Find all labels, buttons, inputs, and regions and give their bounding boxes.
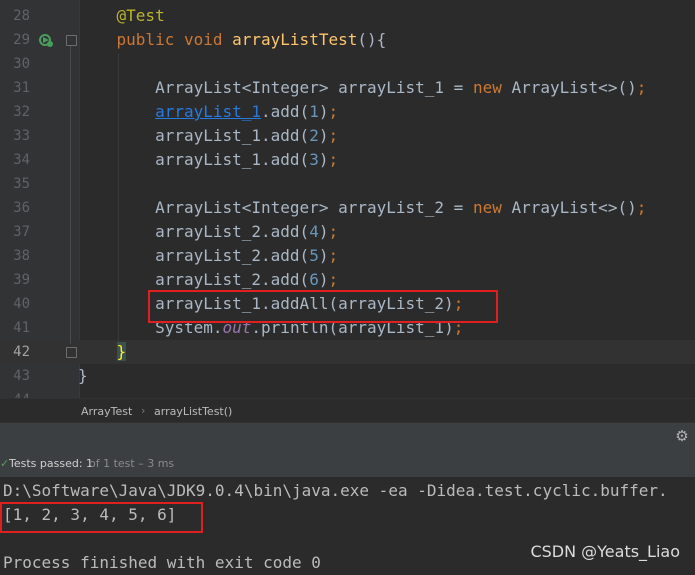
code-token: 4: [309, 222, 319, 241]
breadcrumb-separator-icon: ›: [141, 404, 146, 417]
code-token: }: [78, 366, 88, 385]
code-token: arrayList_2.add(: [78, 270, 310, 289]
console-command-line: D:\Software\Java\JDK9.0.4\bin\java.exe -…: [3, 481, 668, 500]
line-number: 29: [13, 32, 30, 48]
code-line[interactable]: 33 arrayList_1.add(2);: [0, 124, 695, 148]
code-token: arrayList_1: [155, 102, 262, 121]
code-line[interactable]: 31 ArrayList<Integer> arrayList_1 = new …: [0, 76, 695, 100]
breadcrumb: ArrayTest › arrayListTest(): [0, 398, 695, 423]
code-text: ArrayList<Integer> arrayList_1 = new Arr…: [78, 76, 646, 100]
console-exit-line: Process finished with exit code 0: [3, 553, 321, 572]
line-number: 28: [13, 8, 30, 24]
code-token: arrayList_2.add(: [78, 246, 310, 265]
line-number: 30: [13, 56, 30, 72]
code-token: (): [357, 30, 377, 49]
code-token: ;: [636, 78, 647, 97]
code-text: }: [78, 364, 88, 388]
code-line[interactable]: 44: [0, 388, 695, 398]
line-number: 38: [13, 248, 30, 264]
code-line[interactable]: 30: [0, 52, 695, 76]
code-line[interactable]: 43}: [0, 364, 695, 388]
line-number: 41: [13, 320, 30, 336]
code-line[interactable]: 36 ArrayList<Integer> arrayList_2 = new …: [0, 196, 695, 220]
run-test-icon[interactable]: [38, 32, 54, 48]
code-token: 5: [309, 246, 319, 265]
code-line[interactable]: 42 }: [0, 340, 695, 364]
code-token: ;: [328, 222, 339, 241]
code-line[interactable]: 39 arrayList_2.add(6);: [0, 268, 695, 292]
code-token: {: [376, 30, 387, 49]
code-token: ArrayList<>(): [511, 78, 637, 97]
code-token: arrayList_1.add(: [78, 126, 310, 145]
code-token: }: [116, 342, 127, 361]
code-token: public void: [78, 30, 233, 49]
code-token: .add(: [261, 102, 310, 121]
code-token: ;: [328, 150, 339, 169]
code-token: new: [472, 198, 512, 217]
code-token: ArrayList<>(): [511, 198, 637, 217]
test-status-bar: ✓ Tests passed: 1 of 1 test – 3 ms: [0, 450, 695, 477]
code-token: arrayList_2.add(: [78, 222, 310, 241]
code-token: ;: [328, 246, 339, 265]
watermark: CSDN @Yeats_Liao: [530, 542, 680, 561]
code-line[interactable]: 37 arrayList_2.add(4);: [0, 220, 695, 244]
code-token: ;: [328, 102, 339, 121]
code-token: @Test: [78, 6, 165, 25]
test-count-label: of 1 test – 3 ms: [89, 457, 175, 470]
line-number: 32: [13, 104, 30, 120]
breadcrumb-class[interactable]: ArrayTest: [81, 405, 132, 418]
line-number: 33: [13, 128, 30, 144]
code-token: arrayList_1.add(: [78, 150, 310, 169]
line-number: 44: [0, 388, 30, 398]
code-line[interactable]: 35: [0, 172, 695, 196]
code-editor[interactable]: 28 @Test 29 public void arrayListTest(){3…: [0, 0, 695, 398]
run-tool-window-header: [0, 423, 695, 450]
code-text: }: [78, 340, 127, 364]
code-token: ;: [328, 126, 339, 145]
tests-passed-label: Tests passed: 1: [9, 457, 94, 470]
check-icon: ✓: [0, 457, 10, 470]
line-number: 31: [13, 80, 30, 96]
code-token: arrayListTest: [232, 30, 358, 49]
code-token: new: [472, 78, 512, 97]
highlight-box-addall: [148, 290, 498, 323]
code-line[interactable]: 28 @Test: [0, 4, 695, 28]
indent-guide: [118, 54, 119, 342]
gear-icon[interactable]: ⚙: [673, 427, 691, 445]
line-number: 34: [13, 152, 30, 168]
code-line[interactable]: 38 arrayList_2.add(5);: [0, 244, 695, 268]
code-line[interactable]: 32 arrayList_1.add(1);: [0, 100, 695, 124]
code-token: ArrayList<Integer> arrayList_2 =: [78, 198, 473, 217]
code-text: public void arrayListTest(){: [78, 28, 387, 52]
code-line[interactable]: 29 public void arrayListTest(){: [0, 28, 695, 52]
code-text: ArrayList<Integer> arrayList_2 = new Arr…: [78, 196, 646, 220]
line-number: 35: [13, 176, 30, 192]
fold-range-line: [70, 46, 71, 344]
code-token: 2: [309, 126, 319, 145]
line-number: 42: [13, 344, 30, 360]
code-token: 1: [309, 102, 319, 121]
line-number: 40: [13, 296, 30, 312]
code-token: ;: [636, 198, 647, 217]
code-token: ArrayList<Integer> arrayList_1 =: [78, 78, 473, 97]
fold-toggle-icon[interactable]: [66, 35, 77, 46]
line-number: 37: [13, 224, 30, 240]
fold-toggle-icon[interactable]: [66, 347, 77, 358]
code-line[interactable]: 34 arrayList_1.add(3);: [0, 148, 695, 172]
highlight-box-output: [0, 502, 203, 533]
line-number: 36: [13, 200, 30, 216]
code-token: 6: [309, 270, 319, 289]
code-token: ;: [328, 270, 339, 289]
line-number: 43: [13, 368, 30, 384]
breadcrumb-method[interactable]: arrayListTest(): [154, 405, 232, 418]
code-text: @Test: [78, 4, 165, 28]
code-token: 3: [309, 150, 319, 169]
line-number: 39: [13, 272, 30, 288]
